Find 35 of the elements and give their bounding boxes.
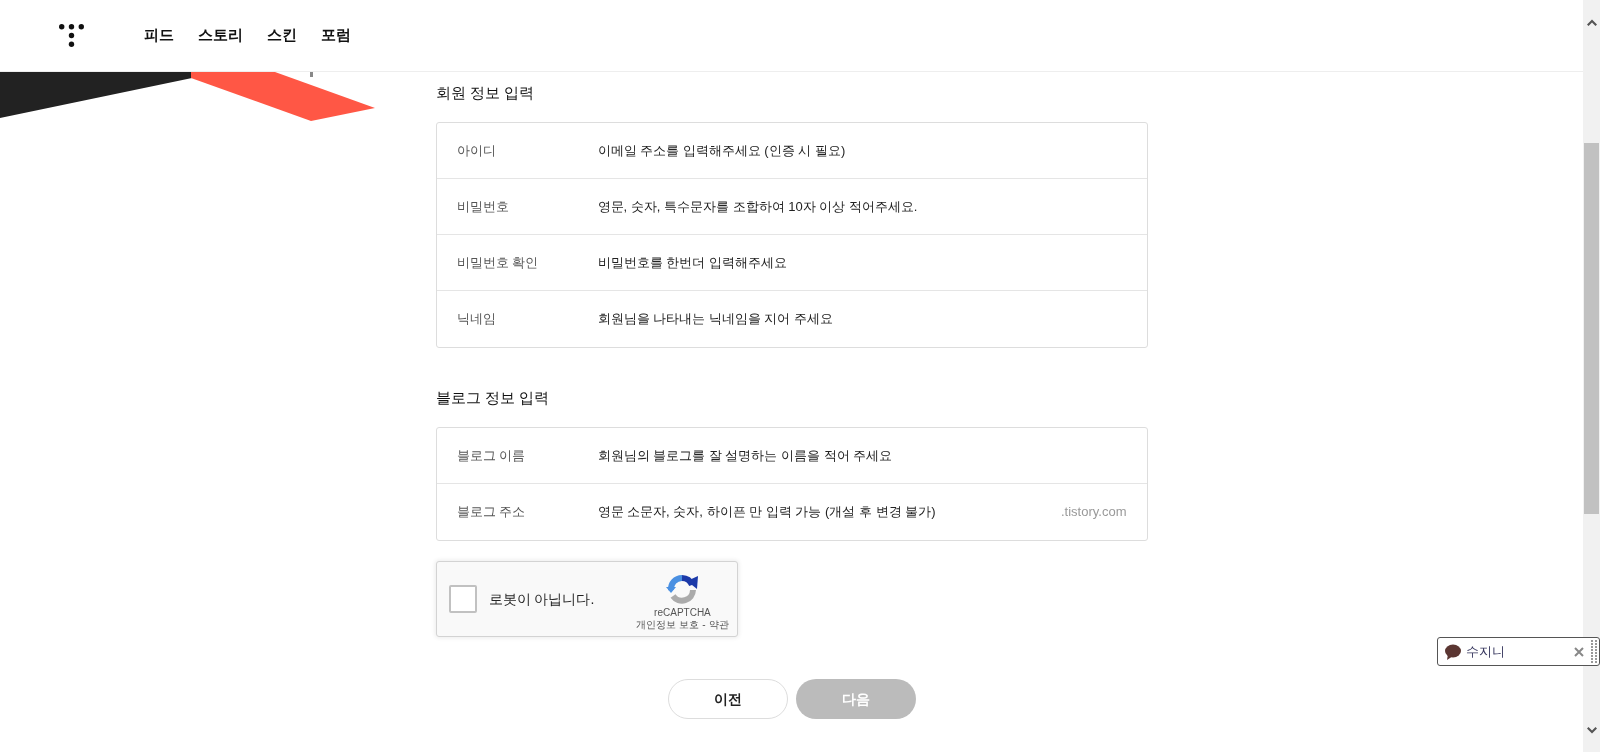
field-label: 비밀번호 bbox=[456, 197, 510, 216]
nav-link[interactable]: 포럼 bbox=[321, 24, 351, 47]
terms-link[interactable]: 약관 bbox=[708, 619, 729, 631]
circular-arrows-logo-icon bbox=[666, 573, 699, 604]
captcha-checkbox[interactable] bbox=[448, 585, 477, 613]
input-field[interactable]: 비밀번호를 한번더 입력해주세요 bbox=[597, 252, 1127, 273]
scroll-down-icon[interactable] bbox=[1586, 726, 1597, 734]
privacy-link[interactable]: 개인정보 보호 bbox=[636, 619, 700, 631]
address-suffix: .tistory.com bbox=[1061, 503, 1127, 522]
field-label: 블로그 주소 bbox=[456, 503, 527, 522]
drag-handle-icon[interactable] bbox=[1591, 640, 1597, 663]
dots-logo-icon[interactable] bbox=[59, 24, 84, 47]
scroll-up-icon[interactable] bbox=[1586, 18, 1597, 26]
input-field[interactable]: 회원님의 블로그를 잘 설명하는 이름을 적어 주세요 bbox=[597, 445, 1127, 466]
field-label: 닉네임 bbox=[456, 310, 497, 329]
nav-link[interactable]: 스킨 bbox=[267, 24, 297, 47]
close-icon[interactable] bbox=[1574, 646, 1584, 657]
nav-link[interactable]: 스토리 bbox=[198, 24, 243, 47]
nav-link[interactable]: 피드 bbox=[144, 24, 174, 47]
scrollbar-thumb[interactable] bbox=[1584, 143, 1599, 514]
captcha-brand: reCAPTCHA bbox=[654, 607, 711, 619]
field-label: 비밀번호 확인 bbox=[456, 253, 540, 272]
field-label: 아이디 bbox=[456, 141, 497, 160]
widget-text: 수지니 bbox=[1466, 642, 1505, 661]
section-title: 블로그 정보 입력 bbox=[435, 388, 550, 408]
section-title: 회원 정보 입력 bbox=[435, 83, 535, 103]
captcha-label: 로봇이 아닙니다. bbox=[488, 589, 595, 609]
input-field[interactable]: 이메일 주소를 입력해주세요 (인증 시 필요) bbox=[597, 140, 1127, 161]
input-field[interactable]: 영문, 숫자, 특수문자를 조합하여 10자 이상 적어주세요. bbox=[597, 196, 1127, 217]
input-field[interactable]: 영문 소문자, 숫자, 하이픈 만 입력 가능 (개설 후 변경 불가) bbox=[597, 502, 1053, 522]
input-field[interactable]: 회원님을 나타내는 닉네임을 지어 주세요 bbox=[597, 309, 1127, 329]
link-separator: - bbox=[702, 619, 706, 631]
previous-button[interactable]: 이전 bbox=[667, 679, 788, 719]
field-label: 블로그 이름 bbox=[456, 446, 527, 465]
speech-bubble-icon bbox=[1445, 643, 1461, 660]
